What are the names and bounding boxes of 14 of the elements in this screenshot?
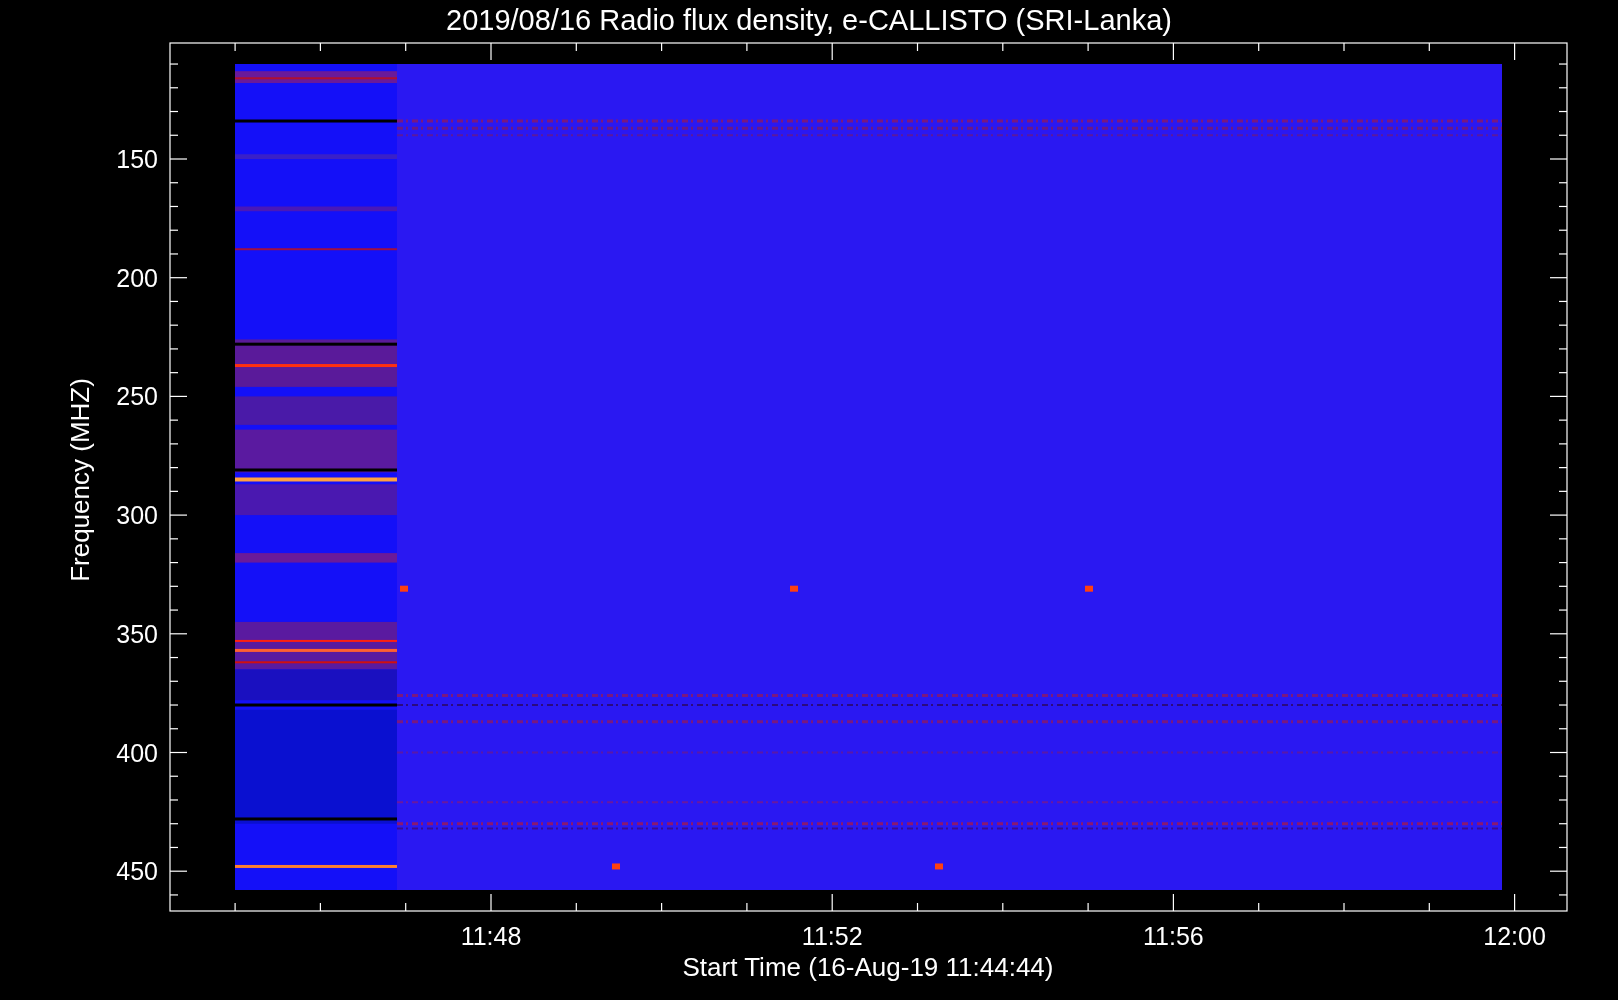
axis-title: Start Time (16-Aug-19 11:44:44) xyxy=(682,952,1054,982)
chart-title: 2019/08/16 Radio flux density, e-CALLISTO (SRI-Lanka) xyxy=(446,4,1172,36)
axis-tick-label: 11:48 xyxy=(460,922,522,950)
axis-tick-label: 400 xyxy=(116,738,158,767)
axis-tick-label: 11:52 xyxy=(801,922,863,950)
axis-tick-label: 150 xyxy=(116,145,158,173)
axis-tick-label: 11:56 xyxy=(1143,922,1204,950)
axis-tick-label: 350 xyxy=(116,619,158,648)
axis-tick-label: 200 xyxy=(116,263,158,292)
axis-tick-label: 450 xyxy=(116,857,158,886)
axis-tick-label: 12:00 xyxy=(1483,922,1546,950)
axis-tick-label: 300 xyxy=(116,501,158,530)
axis-tick-label: 250 xyxy=(116,382,158,411)
axis-title: Frequency (MHZ) xyxy=(65,378,95,582)
